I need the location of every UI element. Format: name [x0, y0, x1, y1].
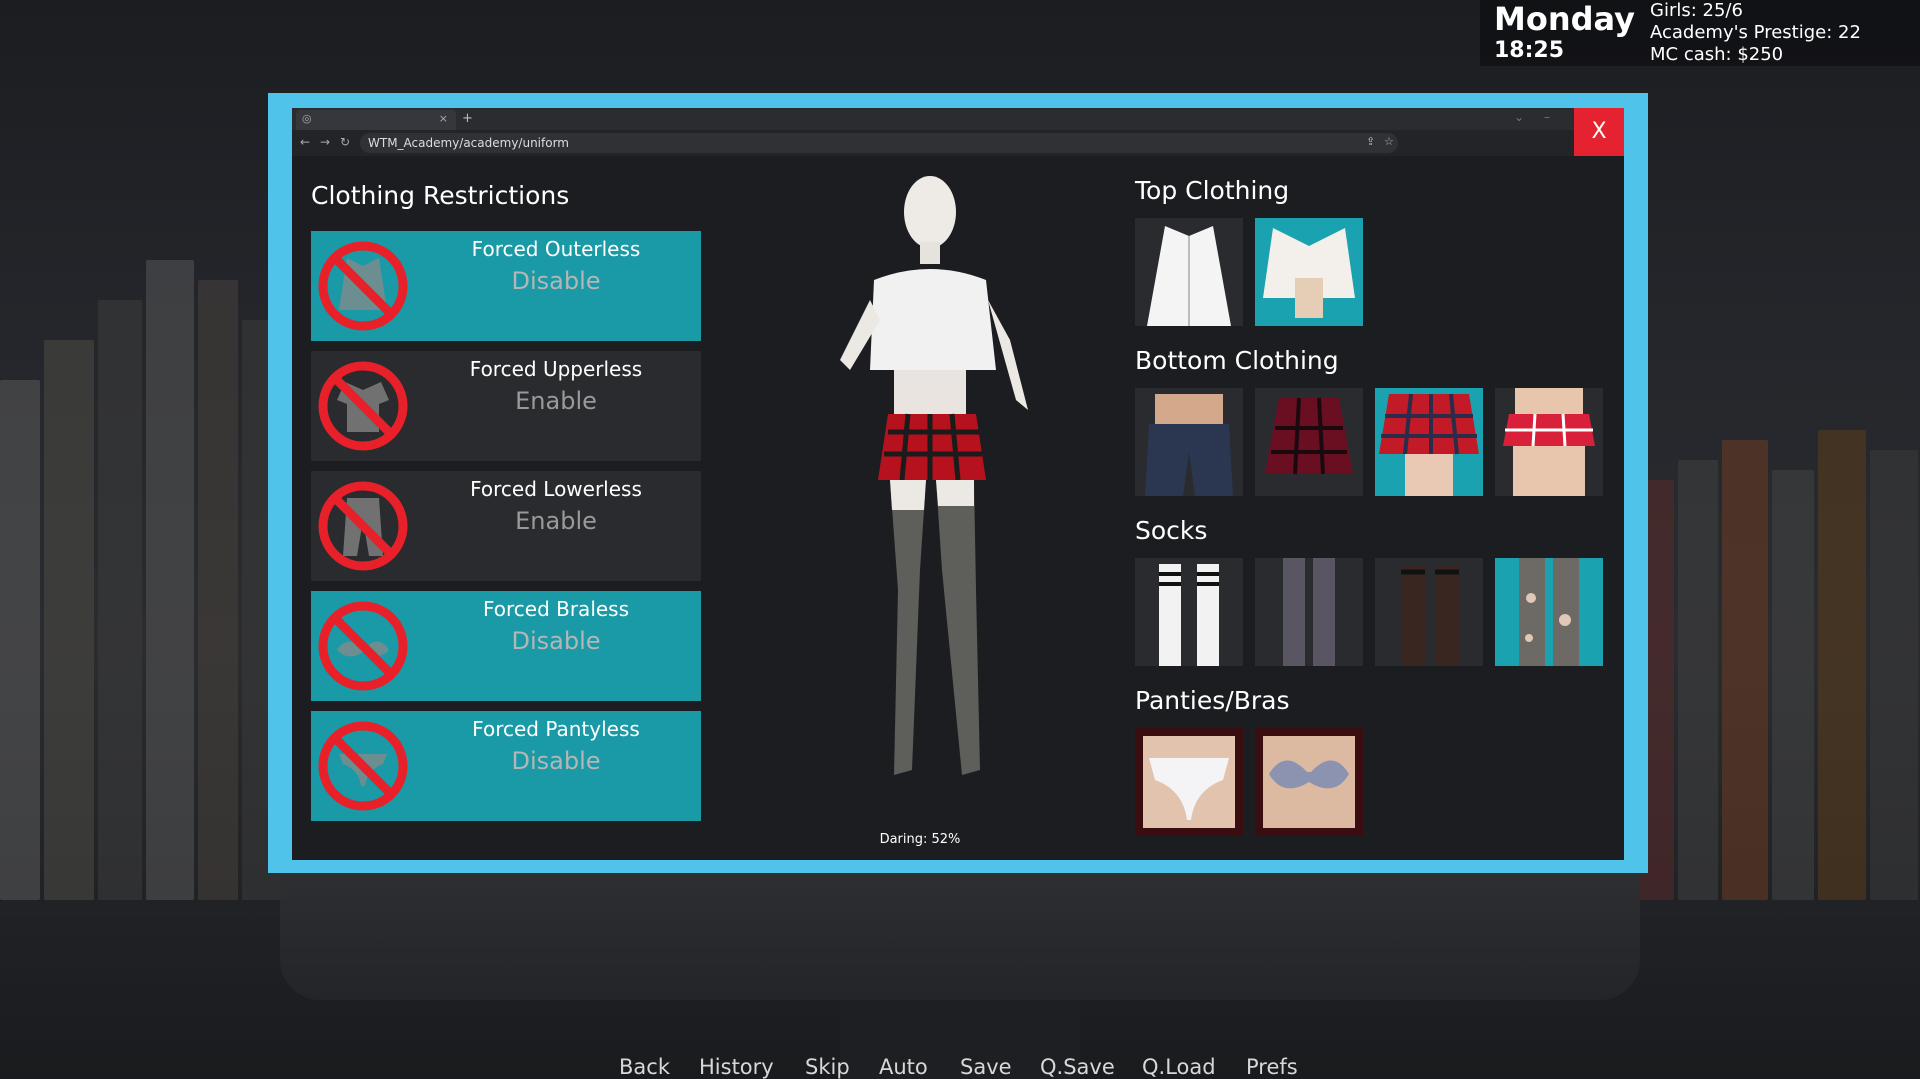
no-bra-icon	[317, 600, 409, 692]
quick-menu-skip[interactable]: Skip	[805, 1055, 850, 1079]
restriction-label: Forced Lowerless	[421, 477, 691, 501]
restriction-forced-braless[interactable]: Forced Braless Disable	[311, 591, 701, 701]
clothing-option-dark-plaid-skirt[interactable]	[1255, 388, 1363, 496]
monitor-bezel	[280, 860, 1640, 1000]
hud-prestige: Academy's Prestige: 22	[1650, 22, 1861, 44]
restrictions-title: Clothing Restrictions	[311, 181, 569, 210]
quick-menu-qsave[interactable]: Q.Save	[1040, 1055, 1115, 1079]
url-field[interactable]: WTM_Academy/academy/uniform	[360, 133, 1398, 153]
clothing-option-red-plaid-skirt[interactable]	[1375, 388, 1483, 496]
character-model	[790, 170, 1070, 820]
restriction-label: Forced Upperless	[421, 357, 691, 381]
browser-tab[interactable]: ◎ ×	[296, 110, 456, 130]
restriction-state: Disable	[421, 747, 691, 775]
hud-girls: Girls: 25/6	[1650, 0, 1861, 22]
quick-menu-auto[interactable]: Auto	[879, 1055, 928, 1079]
restriction-forced-outerless[interactable]: Forced Outerless Disable	[311, 231, 701, 341]
clothing-option-blue-bra[interactable]	[1255, 728, 1363, 836]
hud-day: Monday	[1494, 0, 1635, 38]
tab-close-icon[interactable]: ×	[439, 112, 448, 125]
no-top-icon	[317, 360, 409, 452]
restriction-forced-lowerless[interactable]: Forced Lowerless Enable	[311, 471, 701, 581]
no-bottom-icon	[317, 480, 409, 572]
back-arrow-icon[interactable]: ←	[300, 135, 310, 149]
chevron-down-icon[interactable]: ⌄	[1514, 110, 1524, 124]
restriction-state: Enable	[421, 507, 691, 535]
hud-cash: MC cash: $250	[1650, 44, 1861, 66]
url-text: WTM_Academy/academy/uniform	[368, 136, 569, 150]
panties-bras-title: Panties/Bras	[1135, 686, 1289, 715]
clothing-option-micro-plaid-skirt[interactable]	[1495, 388, 1603, 496]
bottom-clothing-title: Bottom Clothing	[1135, 346, 1339, 375]
hud-time: 18:25	[1494, 38, 1564, 63]
address-bar: ← → ↻ WTM_Academy/academy/uniform ⇪ ☆	[292, 130, 1624, 156]
forward-arrow-icon[interactable]: →	[320, 135, 330, 149]
restriction-state: Enable	[421, 387, 691, 415]
bookshelf-right	[1630, 250, 1920, 900]
minimize-icon[interactable]: –	[1544, 110, 1550, 124]
restriction-forced-upperless[interactable]: Forced Upperless Enable	[311, 351, 701, 461]
clothing-option-tied-shirt[interactable]	[1255, 218, 1363, 326]
restriction-label: Forced Braless	[421, 597, 691, 621]
top-clothing-title: Top Clothing	[1135, 176, 1289, 205]
restriction-label: Forced Outerless	[421, 237, 691, 261]
restriction-state: Disable	[421, 627, 691, 655]
quick-menu-save[interactable]: Save	[960, 1055, 1012, 1079]
clothing-option-striped-knee-socks[interactable]	[1135, 558, 1243, 666]
clothing-option-black-stockings[interactable]	[1375, 558, 1483, 666]
tab-bar: ◎ × + ⌄ –	[292, 108, 1624, 130]
restriction-state: Disable	[421, 267, 691, 295]
clothing-option-jeans[interactable]	[1135, 388, 1243, 496]
quick-menu-qload[interactable]: Q.Load	[1142, 1055, 1216, 1079]
star-icon[interactable]: ☆	[1384, 135, 1394, 148]
restriction-forced-pantyless[interactable]: Forced Pantyless Disable	[311, 711, 701, 821]
no-outerwear-icon	[317, 240, 409, 332]
clothing-option-white-panties[interactable]	[1135, 728, 1243, 836]
hud-stats: Girls: 25/6 Academy's Prestige: 22 MC ca…	[1650, 0, 1861, 66]
globe-icon: ◎	[302, 112, 312, 125]
no-panties-icon	[317, 720, 409, 812]
bookshelf-left	[0, 250, 290, 900]
clothing-option-white-blouse[interactable]	[1135, 218, 1243, 326]
restriction-label: Forced Pantyless	[421, 717, 691, 741]
new-tab-icon[interactable]: +	[462, 111, 473, 126]
close-button[interactable]: X	[1574, 108, 1624, 156]
reload-icon[interactable]: ↻	[340, 135, 350, 149]
daring-value: Daring: 52%	[780, 832, 1060, 847]
share-icon[interactable]: ⇪	[1366, 135, 1375, 148]
quick-menu-back[interactable]: Back	[619, 1055, 670, 1079]
quick-menu-history[interactable]: History	[699, 1055, 774, 1079]
clothing-option-ripped-stockings[interactable]	[1495, 558, 1603, 666]
socks-title: Socks	[1135, 516, 1207, 545]
clothing-option-grey-tights[interactable]	[1255, 558, 1363, 666]
quick-menu-prefs[interactable]: Prefs	[1246, 1055, 1298, 1079]
